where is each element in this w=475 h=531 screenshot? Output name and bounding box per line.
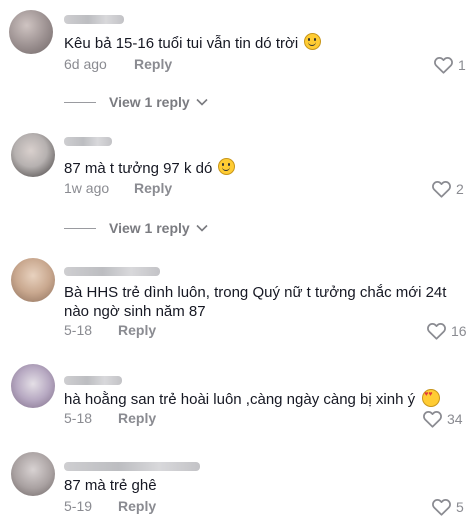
like-count: 16 xyxy=(451,322,467,339)
divider-line xyxy=(64,227,96,229)
smile-emoji-icon xyxy=(304,33,322,50)
comment-item: Kêu bả 15-16 tuổi tui vẫn tin dó trời 6d… xyxy=(0,0,475,120)
heart-icon xyxy=(432,499,451,516)
reply-button[interactable]: Reply xyxy=(134,180,172,196)
like-button[interactable]: 1 xyxy=(433,55,466,74)
comment-text-content: Kêu bả 15-16 tuổi tui vẫn tin dó trời xyxy=(64,35,299,52)
like-button[interactable]: 2 xyxy=(431,179,464,198)
view-replies-button[interactable]: View 1 reply xyxy=(64,94,208,110)
like-count: 2 xyxy=(456,180,464,197)
comment-item: 87 mà trẻ ghê 5-19 Reply 5 xyxy=(0,440,475,531)
comment-time: 1w ago xyxy=(64,180,110,196)
like-button[interactable]: 5 xyxy=(431,497,464,516)
heart-icon xyxy=(432,181,451,198)
username-blurred xyxy=(64,137,112,146)
comment-text-content: 87 mà t tưởng 97 k dó xyxy=(64,160,213,177)
comment-text: Bà HHS trẻ dình luôn, trong Quý nữ t tưở… xyxy=(64,284,447,320)
comment-text: 87 mà t tưởng 97 k dó xyxy=(64,158,236,178)
username-blurred xyxy=(64,267,160,276)
avatar[interactable] xyxy=(9,10,53,54)
comment-time: 5-18 xyxy=(64,410,93,426)
chevron-down-icon xyxy=(196,224,208,232)
comment-text: 87 mà trẻ ghê xyxy=(64,477,157,494)
like-count: 1 xyxy=(458,56,466,73)
username-blurred xyxy=(64,376,122,385)
username-blurred[interactable] xyxy=(64,15,124,24)
comment-item: Bà HHS trẻ dình luôn, trong Quý nữ t tưở… xyxy=(0,245,475,350)
view-replies-label: View 1 reply xyxy=(109,220,190,236)
heart-icon xyxy=(427,323,446,340)
avatar[interactable] xyxy=(11,452,55,496)
heart-icon xyxy=(423,411,442,428)
comment-time: 5-18 xyxy=(64,322,93,338)
comment-item: hà hoằng san trẻ hoài luôn ,càng ngày cà… xyxy=(0,350,475,440)
comment-text: Kêu bả 15-16 tuổi tui vẫn tin dó trời xyxy=(64,33,322,53)
reply-button[interactable]: Reply xyxy=(118,322,156,338)
comment-time: 5-19 xyxy=(64,498,93,514)
view-replies-label: View 1 reply xyxy=(109,94,190,110)
divider-line xyxy=(64,101,96,103)
smile-emoji-icon xyxy=(218,158,236,175)
reply-button[interactable]: Reply xyxy=(118,410,156,426)
comment-text-content: hà hoằng san trẻ hoài luôn ,càng ngày cà… xyxy=(64,391,416,408)
avatar[interactable] xyxy=(11,364,55,408)
like-button[interactable]: 34 xyxy=(422,409,463,428)
reply-button[interactable]: Reply xyxy=(118,498,156,514)
comment-item: 87 mà t tưởng 97 k dó 1w ago Reply 2 Vie… xyxy=(0,120,475,245)
avatar[interactable] xyxy=(11,258,55,302)
like-button[interactable]: 16 xyxy=(426,321,467,340)
heart-icon xyxy=(434,57,453,74)
comment-text: hà hoằng san trẻ hoài luôn ,càng ngày cà… xyxy=(64,385,441,409)
view-replies-button[interactable]: View 1 reply xyxy=(64,220,208,236)
like-count: 34 xyxy=(447,410,463,427)
chevron-down-icon xyxy=(196,98,208,106)
avatar[interactable] xyxy=(11,133,55,177)
comment-time: 6d ago xyxy=(64,56,107,72)
like-count: 5 xyxy=(456,498,464,515)
smiling-face-with-hearts-emoji-icon xyxy=(422,385,441,407)
username-blurred xyxy=(64,462,200,471)
reply-button[interactable]: Reply xyxy=(134,56,172,72)
